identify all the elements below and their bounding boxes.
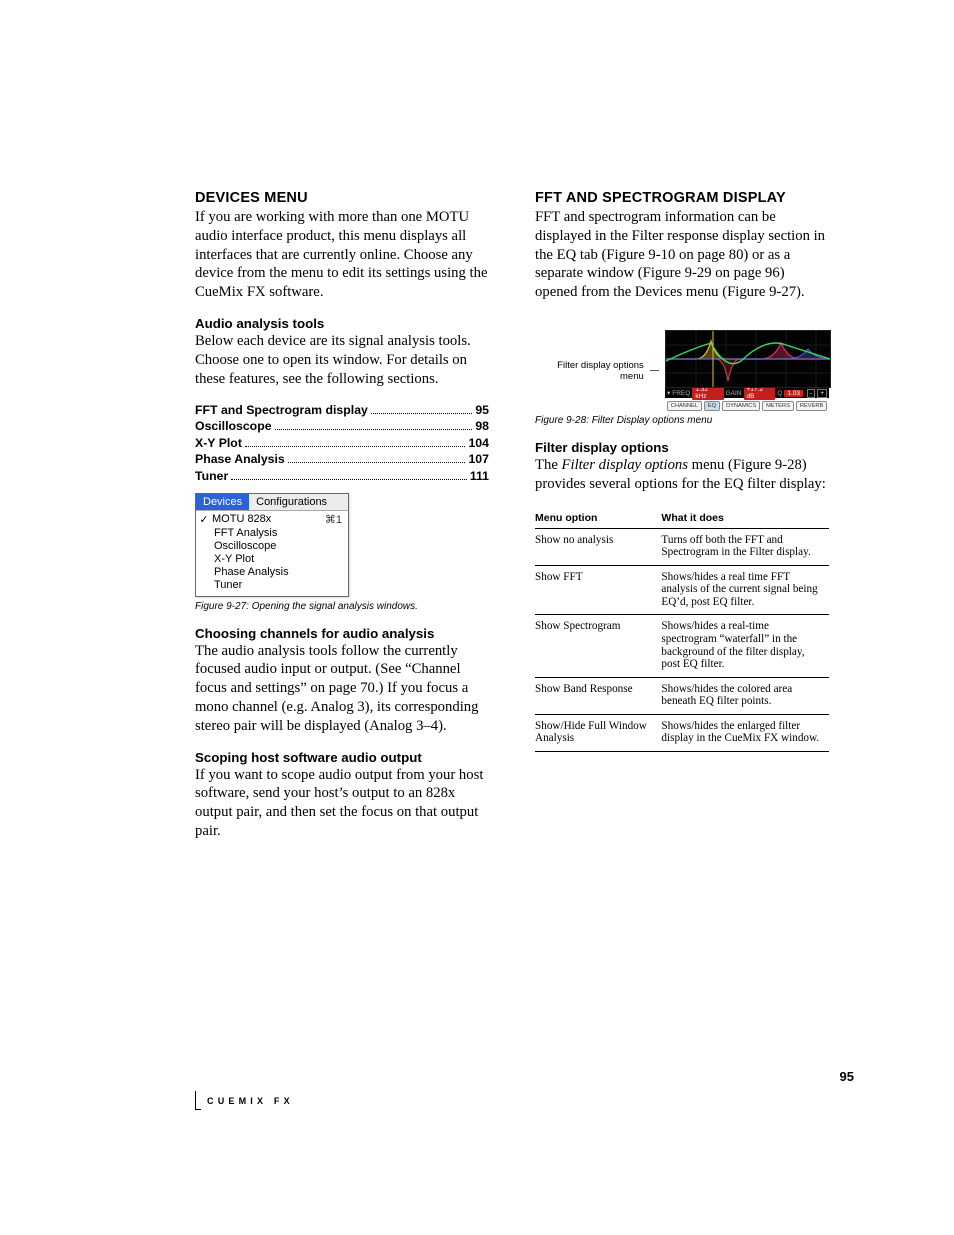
status-gain-label: GAIN — [726, 390, 742, 397]
filter-display-panel: ▾ FREQ 1.32 kHz GAIN +17.2 dB Q 1.03 - +… — [665, 330, 829, 411]
callout-label: Filter display options menu — [535, 360, 644, 382]
right-column: FFT AND SPECTROGRAM DISPLAY FFT and spec… — [535, 190, 829, 855]
status-freq-label: FREQ — [672, 390, 690, 397]
callout-line — [650, 370, 659, 371]
toc-label: Oscilloscope — [195, 419, 272, 433]
status-gain-value: +17.2 dB — [744, 386, 776, 400]
heading-choosing-channels: Choosing channels for audio analysis — [195, 626, 489, 641]
menu-item-fft[interactable]: FFT Analysis — [196, 527, 348, 540]
heading-devices-menu: DEVICES MENU — [195, 190, 489, 206]
toc-label: FFT and Spectrogram display — [195, 403, 368, 417]
para-audio-analysis-tools: Below each device are its signal analysi… — [195, 332, 489, 388]
eq-graph[interactable] — [665, 330, 831, 388]
menu-item-xy-plot[interactable]: X-Y Plot — [196, 553, 348, 566]
status-q-value: 1.03 — [784, 390, 803, 397]
tab-meters[interactable]: METERS — [762, 401, 794, 411]
heading-fft-spectrogram: FFT AND SPECTROGRAM DISPLAY — [535, 190, 829, 206]
para-filter-display-options: The Filter display options menu (Figure … — [535, 456, 829, 494]
menu-configurations[interactable]: Configurations — [249, 494, 334, 510]
menu-item-phase-analysis[interactable]: Phase Analysis — [196, 566, 348, 579]
toc-label: Phase Analysis — [195, 452, 285, 466]
menu-accelerator: ⌘1 — [314, 513, 348, 526]
tab-reverb[interactable]: REVERB — [796, 401, 827, 411]
para-devices-menu: If you are working with more than one MO… — [195, 208, 489, 302]
eq-status-bar: ▾ FREQ 1.32 kHz GAIN +17.2 dB Q 1.03 - + — [665, 388, 829, 398]
filter-display-figure: Filter display options menu — [535, 330, 829, 411]
tab-row: CHANNEL EQ DYNAMICS METERS REVERB — [665, 401, 829, 411]
zoom-in-icon[interactable]: + — [817, 389, 827, 398]
toc-page: 95 — [475, 403, 489, 417]
footer-bracket-icon — [195, 1091, 201, 1110]
toc-row: FFT and Spectrogram display 95 — [195, 403, 489, 417]
menu-item-oscilloscope[interactable]: Oscilloscope — [196, 540, 348, 553]
page: DEVICES MENU If you are working with mor… — [0, 0, 954, 1235]
status-q-label: Q — [777, 390, 782, 397]
checkmark-icon: ✓ — [196, 513, 212, 526]
toc-label: Tuner — [195, 469, 228, 483]
footer-section: CUEMIX FX — [195, 1091, 294, 1110]
toc-row: Tuner 111 — [195, 469, 489, 483]
footer-section-title: CUEMIX FX — [207, 1096, 294, 1106]
menu-item-device[interactable]: ✓ MOTU 828x ⌘1 — [196, 513, 348, 527]
columns: DEVICES MENU If you are working with mor… — [195, 190, 854, 855]
toc-row: Phase Analysis 107 — [195, 452, 489, 466]
menu-body: ✓ MOTU 828x ⌘1 FFT Analysis Oscilloscope… — [196, 510, 348, 596]
heading-filter-display-options: Filter display options — [535, 440, 829, 455]
menu-item-tuner[interactable]: Tuner — [196, 579, 348, 592]
zoom-out-icon[interactable]: - — [807, 389, 815, 398]
figure-9-28-caption: Figure 9-28: Filter Display options menu — [535, 415, 829, 426]
toc-page: 98 — [475, 419, 489, 433]
para-fft-spectrogram: FFT and spectrogram information can be d… — [535, 208, 829, 302]
table-row: Show SpectrogramShows/hides a real-time … — [535, 615, 829, 677]
menu-arrow-icon[interactable]: ▾ — [667, 389, 670, 397]
toc-page: 104 — [468, 436, 489, 450]
tab-eq[interactable]: EQ — [704, 401, 720, 411]
page-number: 95 — [840, 1069, 854, 1084]
devices-menu-figure: Devices Configurations ✓ MOTU 828x ⌘1 FF… — [195, 493, 489, 597]
left-column: DEVICES MENU If you are working with mor… — [195, 190, 489, 855]
toc-page: 107 — [468, 452, 489, 466]
options-table: Menu option What it does Show no analysi… — [535, 508, 829, 752]
status-freq-value: 1.32 kHz — [692, 386, 723, 400]
menu-item-label: MOTU 828x — [212, 513, 314, 526]
table-row: Show no analysisTurns off both the FFT a… — [535, 528, 829, 565]
toc-page: 111 — [470, 469, 489, 483]
table-header-desc: What it does — [661, 508, 829, 529]
table-row: Show/Hide Full Window AnalysisShows/hide… — [535, 714, 829, 751]
table-row: Show Band ResponseShows/hides the colore… — [535, 677, 829, 714]
tab-channel[interactable]: CHANNEL — [667, 401, 702, 411]
heading-scoping-host: Scoping host software audio output — [195, 750, 489, 765]
heading-audio-analysis-tools: Audio analysis tools — [195, 316, 489, 331]
tab-dynamics[interactable]: DYNAMICS — [722, 401, 760, 411]
table-row: Show FFTShows/hides a real time FFT anal… — [535, 565, 829, 615]
menu-bar: Devices Configurations — [196, 494, 348, 510]
table-header-option: Menu option — [535, 508, 661, 529]
toc-row: X-Y Plot 104 — [195, 436, 489, 450]
figure-9-27-caption: Figure 9-27: Opening the signal analysis… — [195, 601, 489, 612]
para-choosing-channels: The audio analysis tools follow the curr… — [195, 642, 489, 736]
toc-row: Oscilloscope 98 — [195, 419, 489, 433]
eq-curves-icon — [666, 331, 830, 387]
menu-devices[interactable]: Devices — [196, 494, 249, 510]
toc-label: X-Y Plot — [195, 436, 242, 450]
menu-window: Devices Configurations ✓ MOTU 828x ⌘1 FF… — [195, 493, 349, 597]
para-scoping-host: If you want to scope audio output from y… — [195, 766, 489, 841]
toc-list: FFT and Spectrogram display 95 Oscillosc… — [195, 403, 489, 483]
